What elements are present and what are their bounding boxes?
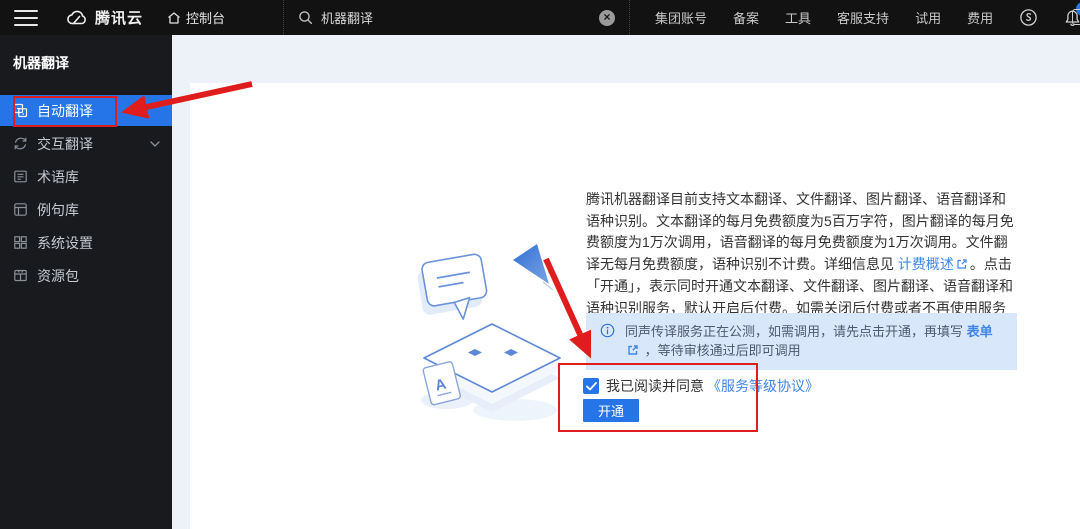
activate-button[interactable]: 开通: [583, 399, 639, 422]
sidebar-item-system-settings[interactable]: 系统设置: [0, 227, 172, 258]
topbar-left-group: 腾讯云 控制台: [0, 0, 225, 35]
sidebar-item-example-library[interactable]: 例句库: [0, 194, 172, 225]
agreement-row: 我已阅读并同意 《服务等级协议》: [583, 376, 819, 396]
cloud-logo-icon: [66, 10, 88, 26]
nav-trial[interactable]: 试用: [915, 8, 941, 27]
interactive-translate-icon: [13, 136, 28, 151]
brand-logo[interactable]: 腾讯云: [66, 7, 143, 28]
resource-pack-icon: [13, 268, 28, 283]
info-icon: [600, 323, 615, 361]
sidebar: 机器翻译 自动翻译 交互翻译 术语库 例句库 系统设置 资源包: [0, 35, 172, 529]
alert-text: 同声传译服务正在公测，如需调用，请先点击开通，再填写 表单 ，等待审核通过后即可…: [625, 322, 1005, 361]
alert-part2: ，等待审核通过后即可调用: [641, 343, 801, 358]
sidebar-item-auto-translate[interactable]: 自动翻译: [0, 95, 172, 126]
brand-name: 腾讯云: [95, 10, 144, 27]
agreement-label: 我已阅读并同意: [606, 378, 704, 394]
sidebar-item-label: 交互翻译: [37, 135, 93, 152]
form-link[interactable]: 表单: [967, 324, 993, 339]
system-settings-icon: [13, 235, 28, 250]
alert-part1: 同声传译服务正在公测，如需调用，请先点击开通，再填写: [625, 324, 967, 339]
checkbox-check-icon: [585, 381, 597, 390]
auto-translate-icon: [13, 103, 28, 118]
sla-link[interactable]: 《服务等级协议》: [707, 376, 819, 396]
hamburger-menu-icon[interactable]: [14, 9, 38, 26]
sidebar-item-label: 系统设置: [37, 234, 93, 251]
sidebar-item-label: 术语库: [37, 168, 79, 185]
external-link-icon: [956, 255, 968, 277]
sidebar-item-label: 自动翻译: [37, 102, 93, 119]
edge-partial-icon[interactable]: [1072, 9, 1080, 25]
sidebar-item-term-library[interactable]: 术语库: [0, 161, 172, 192]
promo-circle-icon[interactable]: [1019, 8, 1038, 27]
topbar: 腾讯云 控制台 机器翻译 × 集团账号 备案 工具 客服支持 试用 费用: [0, 0, 1080, 35]
chevron-down-icon[interactable]: [150, 140, 160, 147]
billing-overview-link[interactable]: 计费概述: [898, 256, 954, 272]
search-input[interactable]: 机器翻译 ×: [283, 0, 630, 35]
external-link-icon: [627, 342, 639, 361]
console-label: 控制台: [186, 11, 226, 26]
nav-group-account[interactable]: 集团账号: [655, 8, 707, 27]
sidebar-item-label: 资源包: [37, 267, 79, 284]
sidebar-item-resource-pack[interactable]: 资源包: [0, 260, 172, 291]
sidebar-item-label: 例句库: [37, 201, 79, 218]
console-link[interactable]: 控制台: [167, 8, 225, 27]
translation-illustration: A: [417, 244, 561, 421]
example-library-icon: [13, 202, 28, 217]
sidebar-title: 机器翻译: [13, 55, 69, 71]
nav-support[interactable]: 客服支持: [837, 8, 889, 27]
nav-billing[interactable]: 费用: [967, 8, 993, 27]
sidebar-item-interactive-translate[interactable]: 交互翻译: [0, 128, 172, 159]
home-icon: [167, 11, 181, 25]
nav-tools[interactable]: 工具: [785, 8, 811, 27]
nav-icp-filing[interactable]: 备案: [733, 8, 759, 27]
tencent-cloud-console: 腾讯云 控制台 机器翻译 × 集团账号 备案 工具 客服支持 试用 费用 机器翻…: [0, 0, 1080, 529]
search-value: 机器翻译: [321, 11, 374, 26]
term-library-icon: [13, 169, 28, 184]
agreement-checkbox[interactable]: [583, 378, 599, 394]
search-icon: [298, 10, 313, 25]
beta-info-alert: 同声传译服务正在公测，如需调用，请先点击开通，再填写 表单 ，等待审核通过后即可…: [586, 313, 1017, 370]
topbar-right-group: 集团账号 备案 工具 客服支持 试用 费用 1: [630, 0, 1080, 35]
clear-search-icon[interactable]: ×: [599, 9, 615, 26]
